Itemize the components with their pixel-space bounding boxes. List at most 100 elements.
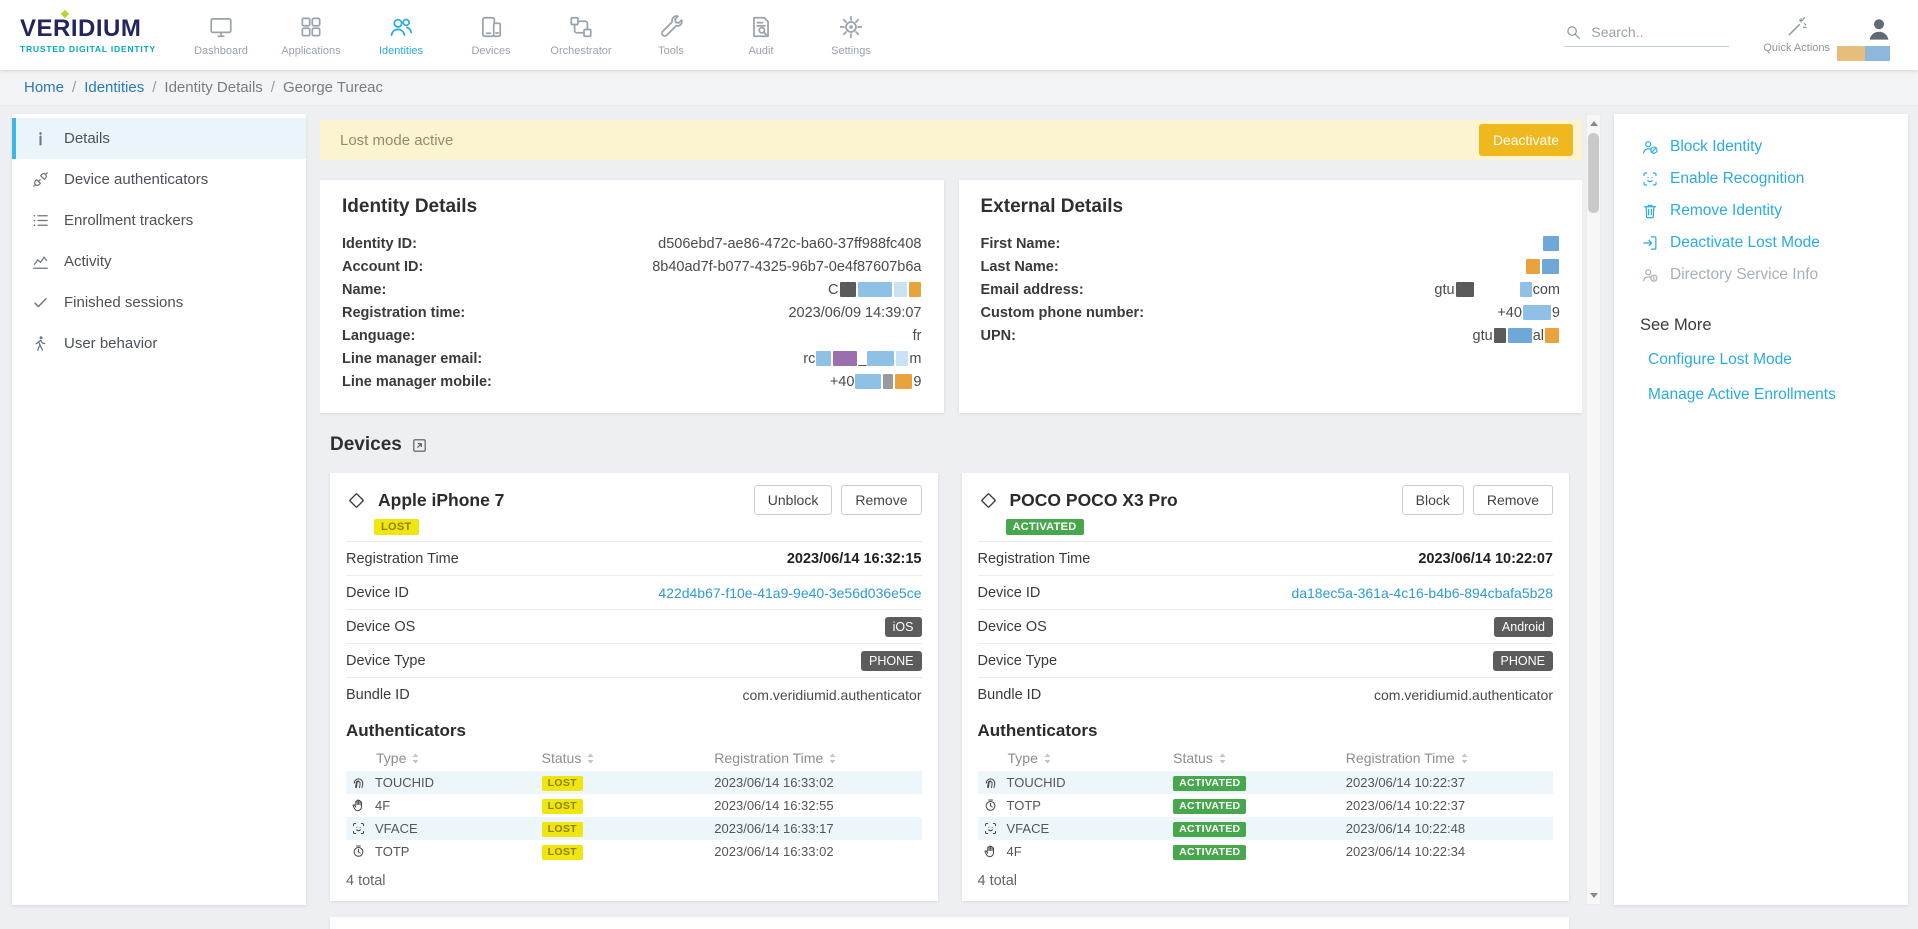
- os-badge: PHONE: [1493, 651, 1553, 671]
- device-header: POCO POCO X3 Pro Block Remove: [962, 473, 1570, 515]
- identity-fields: Identity ID: d506ebd7-ae86-472c-ba60-37f…: [342, 232, 922, 393]
- action-manage-active-enrollments[interactable]: Manage Active Enrollments: [1648, 386, 1894, 404]
- value-text: 9: [1552, 305, 1560, 321]
- action-block-identity[interactable]: Block Identity: [1640, 138, 1894, 156]
- totp-icon: [351, 844, 366, 859]
- column-header-registration-time[interactable]: Registration Time: [714, 750, 921, 766]
- redacted-block: [1523, 305, 1551, 320]
- column-header-status[interactable]: Status: [1173, 750, 1346, 766]
- nav-item-applications[interactable]: Applications: [266, 0, 356, 70]
- nav-item-tools[interactable]: Tools: [626, 0, 716, 70]
- totp-icon: [983, 798, 998, 813]
- field-label: UPN:: [981, 328, 1016, 344]
- redacted-block: [1520, 282, 1532, 297]
- sidebar-item-details[interactable]: Details: [12, 118, 306, 159]
- nav-item-audit[interactable]: Audit: [716, 0, 806, 70]
- quick-actions-button[interactable]: Quick Actions: [1763, 16, 1830, 54]
- scrollbar-thumb[interactable]: [1588, 133, 1599, 213]
- device-name: Apple iPhone 7: [378, 490, 504, 511]
- identity-actions-panel: Block Identity Enable Recognition Remove…: [1614, 114, 1908, 905]
- expand-icon[interactable]: [411, 437, 428, 454]
- action-configure-lost-mode[interactable]: Configure Lost Mode: [1648, 351, 1894, 369]
- sort-icon: [411, 752, 420, 765]
- left-sidebar: Details Device authenticators Enrollment…: [12, 114, 306, 905]
- authenticator-time: 2023/06/14 10:22:37: [1346, 775, 1553, 790]
- remove-button[interactable]: Remove: [1473, 485, 1553, 515]
- redacted-block: [1865, 46, 1890, 61]
- device-field-label: Device Type: [346, 653, 426, 669]
- redacted-block: [883, 374, 893, 389]
- device-status-badge: LOST: [374, 519, 419, 535]
- scroll-up-button[interactable]: [1587, 116, 1600, 131]
- search-input[interactable]: [1591, 24, 1711, 40]
- user-menu[interactable]: [1864, 14, 1894, 57]
- scroll-down-button[interactable]: [1587, 888, 1600, 903]
- action-deactivate-lost-mode[interactable]: Deactivate Lost Mode: [1640, 234, 1894, 252]
- field-label: Email address:: [981, 282, 1084, 298]
- column-header-registration-time[interactable]: Registration Time: [1346, 750, 1553, 766]
- device-field-label: Registration Time: [346, 551, 459, 567]
- column-header-type[interactable]: Type: [346, 750, 542, 766]
- breadcrumb-separator: /: [271, 79, 275, 96]
- total-count: 4 total: [330, 863, 938, 901]
- devices-section-title: Devices: [330, 434, 402, 456]
- search-icon[interactable]: [1564, 23, 1582, 41]
- breadcrumb-item-identities[interactable]: Identities: [84, 79, 144, 96]
- field-value: fr: [913, 328, 922, 344]
- breadcrumb-separator: /: [72, 79, 76, 96]
- device-field-value: 2023/06/14 10:22:07: [1418, 551, 1553, 567]
- authenticator-type: TOUCHID: [346, 775, 542, 790]
- breadcrumb-item-identity-details: Identity Details: [164, 79, 262, 96]
- authenticator-type: TOTP: [346, 844, 542, 859]
- column-header-status[interactable]: Status: [542, 750, 715, 766]
- redacted-user-info: [1837, 46, 1890, 61]
- brand-logo[interactable]: VERIDIUM TRUSTED DIGITAL IDENTITY: [20, 17, 170, 54]
- table-body: TOUCHID ACTIVATED 2023/06/14 10:22:37 TO…: [978, 771, 1554, 863]
- column-header-type[interactable]: Type: [978, 750, 1174, 766]
- deactivate-button[interactable]: Deactivate: [1479, 124, 1573, 156]
- nav-item-orchestrator[interactable]: Orchestrator: [536, 0, 626, 70]
- redacted-block: [840, 282, 856, 297]
- breadcrumb-item-home[interactable]: Home: [24, 79, 64, 96]
- authenticator-time: 2023/06/14 16:33:02: [714, 844, 921, 859]
- authenticator-time: 2023/06/14 16:32:55: [714, 798, 921, 813]
- vface-icon: [351, 821, 366, 836]
- total-count: 4 total: [962, 863, 1570, 901]
- status-badge: LOST: [542, 799, 583, 814]
- device-field-label: Device OS: [978, 619, 1047, 635]
- device-name: POCO POCO X3 Pro: [1010, 490, 1178, 511]
- value-text: rc: [803, 351, 815, 367]
- status-badge: ACTIVATED: [1173, 845, 1246, 860]
- sidebar-item-device-authenticators[interactable]: Device authenticators: [12, 159, 306, 200]
- device-field-value[interactable]: da18ec5a-361a-4c16-b4b6-894cbafa5b28: [1291, 585, 1553, 601]
- sidebar-item-activity[interactable]: Activity: [12, 241, 306, 282]
- block-button[interactable]: Block: [1402, 485, 1464, 515]
- sidebar-item-user-behavior[interactable]: User behavior: [12, 323, 306, 364]
- device-field-row: Device ID 422d4b67-f10e-41a9-9e40-3e56d0…: [346, 575, 922, 609]
- brand-name: VERIDIUM: [20, 17, 141, 41]
- sidebar-item-enrollment-trackers[interactable]: Enrollment trackers: [12, 200, 306, 241]
- field-label: Language:: [342, 328, 415, 344]
- nav-item-identities[interactable]: Identities: [356, 0, 446, 70]
- authenticator-time: 2023/06/14 10:22:34: [1346, 844, 1553, 859]
- field-value: rc_m: [803, 351, 921, 367]
- directory-info-icon: [1640, 266, 1659, 284]
- sidebar-item-finished-sessions[interactable]: Finished sessions: [12, 282, 306, 323]
- device-field-value[interactable]: 422d4b67-f10e-41a9-9e40-3e56d036e5ce: [658, 585, 921, 601]
- device-cards-row: Apple iPhone 7 Unblock Remove LOST Regist…: [330, 473, 1569, 901]
- partial-next-card: [330, 917, 1569, 929]
- sort-icon: [1460, 752, 1469, 765]
- action-enable-recognition[interactable]: Enable Recognition: [1640, 170, 1894, 188]
- nav-item-dashboard[interactable]: Dashboard: [176, 0, 266, 70]
- main-scrollbar[interactable]: [1586, 114, 1601, 905]
- identity-details-title: Identity Details: [342, 196, 922, 218]
- nav-item-devices[interactable]: Devices: [446, 0, 536, 70]
- banner-text: Lost mode active: [340, 132, 453, 149]
- unblock-button[interactable]: Unblock: [754, 485, 833, 515]
- value-text: d506ebd7-ae86-472c-ba60-37ff988fc408: [658, 236, 921, 252]
- remove-button[interactable]: Remove: [841, 485, 921, 515]
- nav-item-settings[interactable]: Settings: [806, 0, 896, 70]
- wand-icon: [1786, 16, 1808, 38]
- action-remove-identity[interactable]: Remove Identity: [1640, 202, 1894, 220]
- authenticator-type: 4F: [978, 844, 1174, 859]
